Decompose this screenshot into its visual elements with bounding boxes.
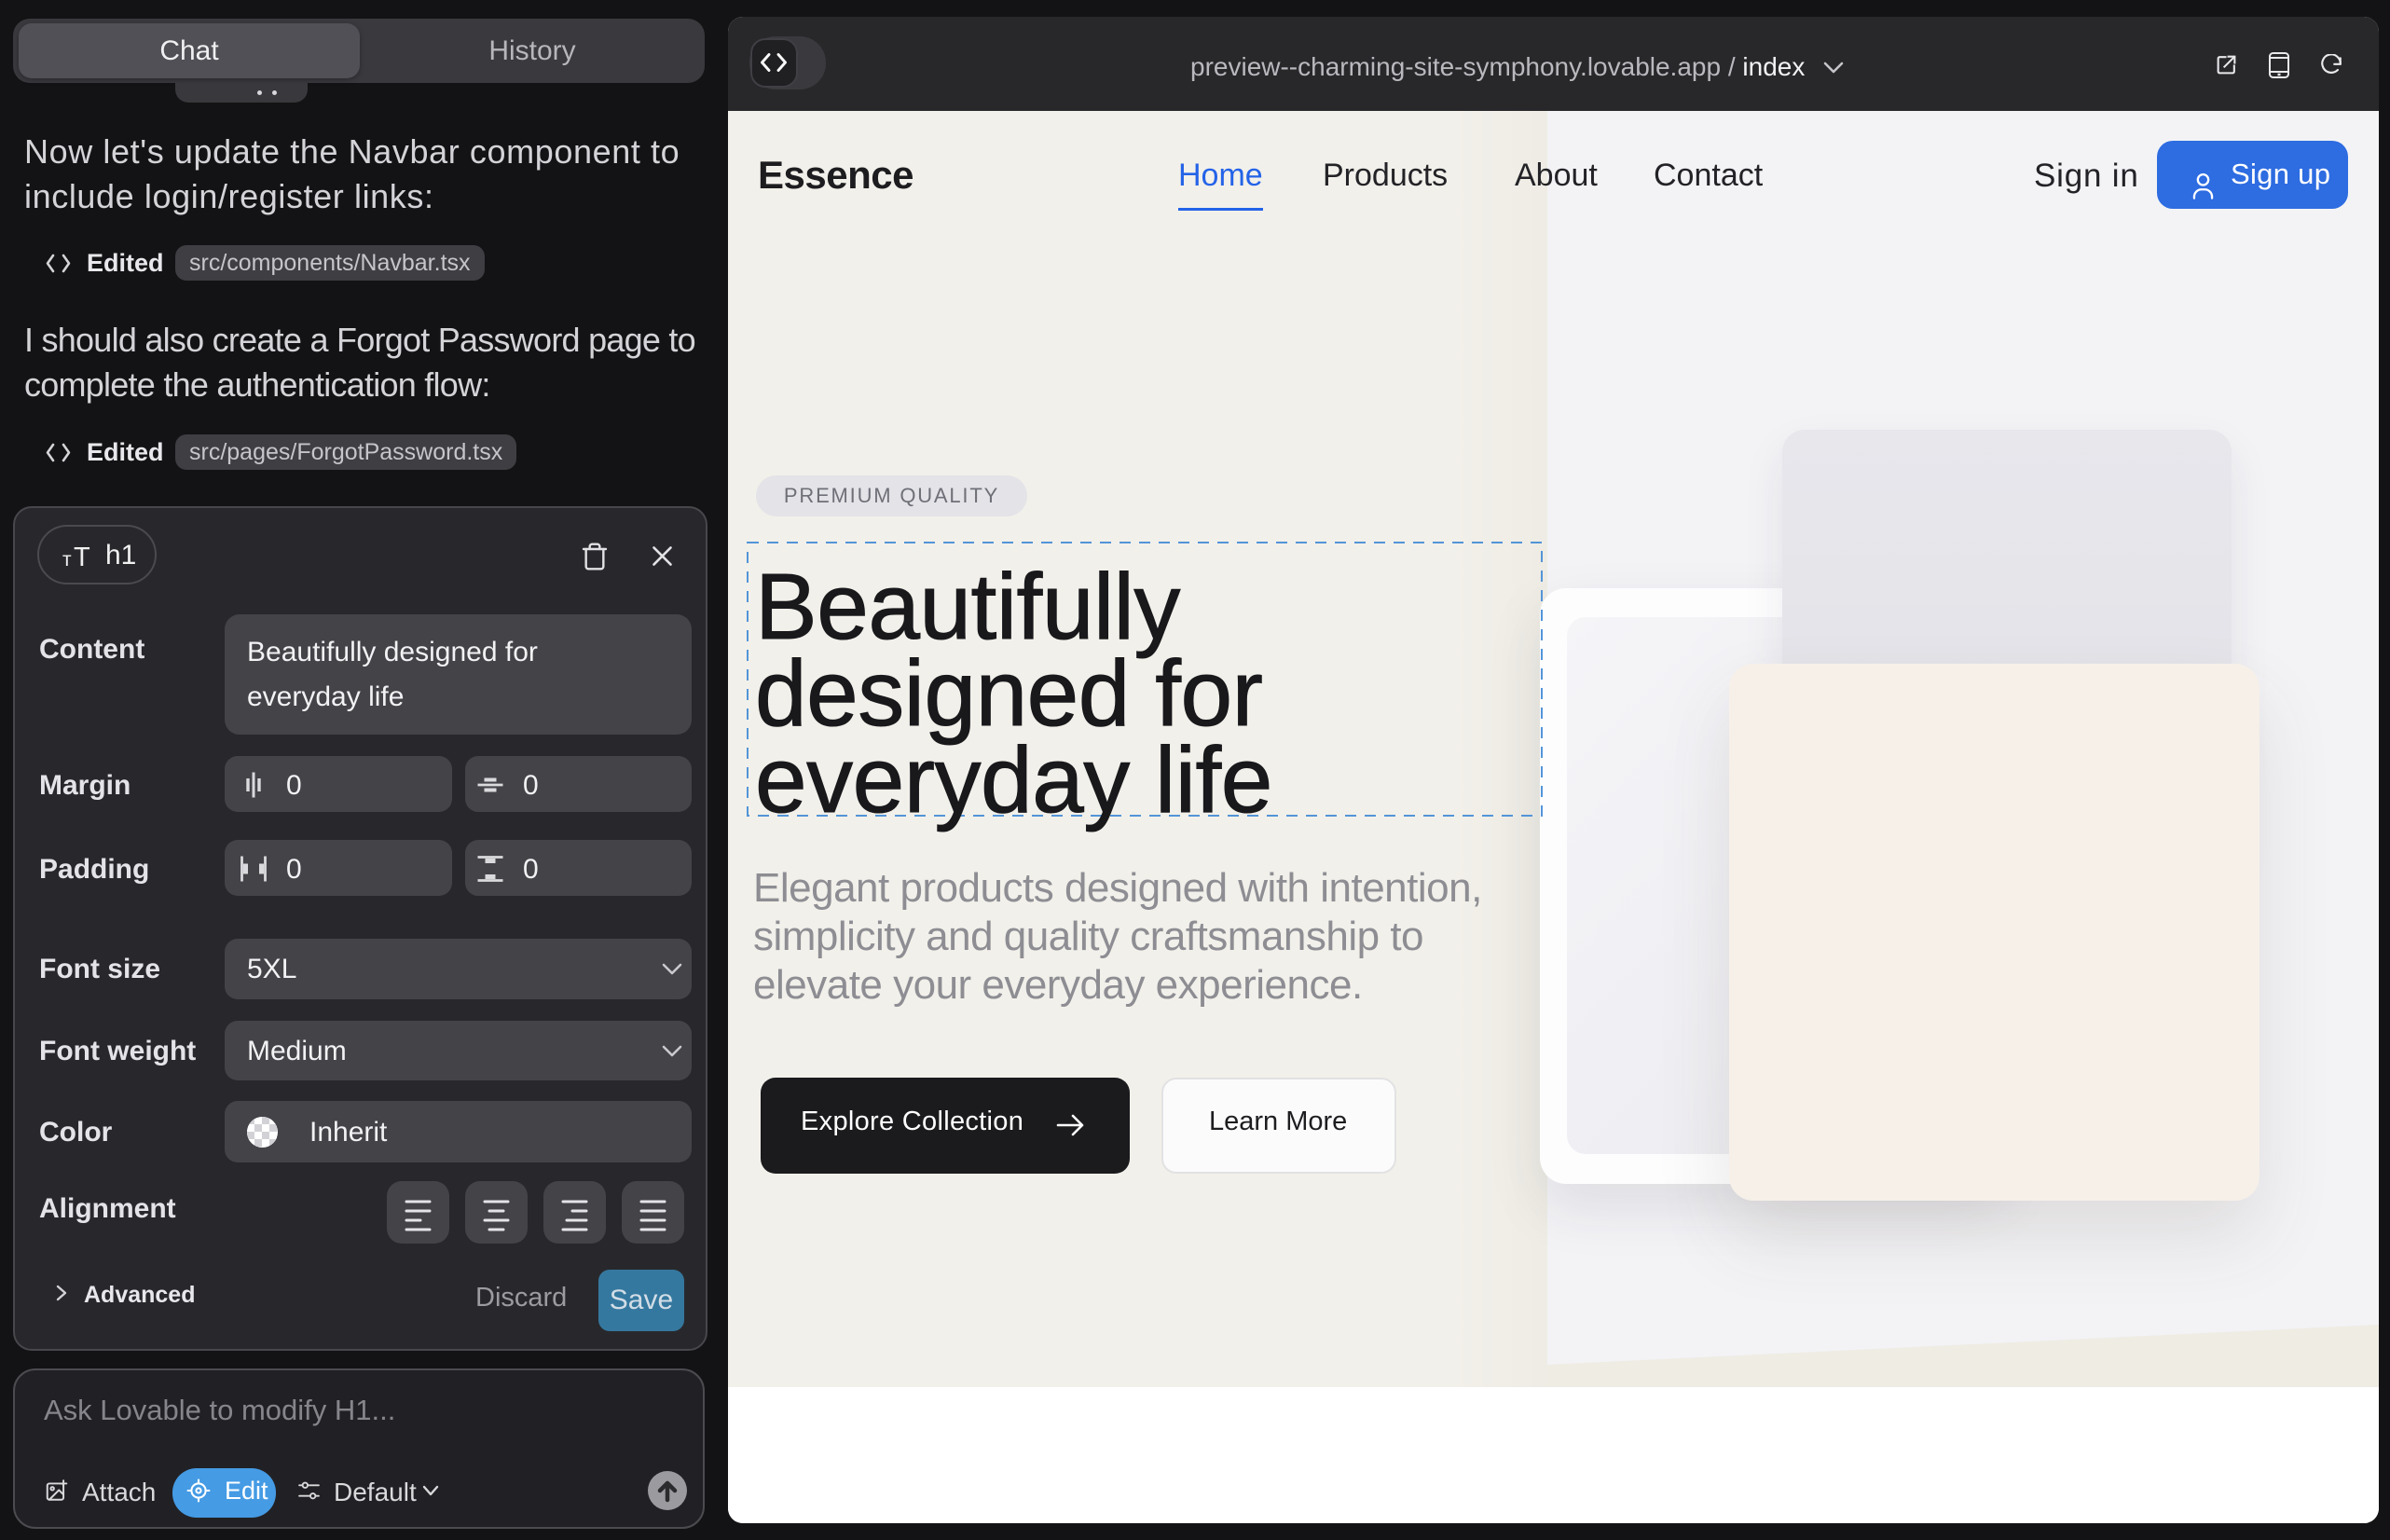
svg-text:т: т — [62, 549, 72, 571]
svg-text:T: T — [74, 543, 90, 572]
